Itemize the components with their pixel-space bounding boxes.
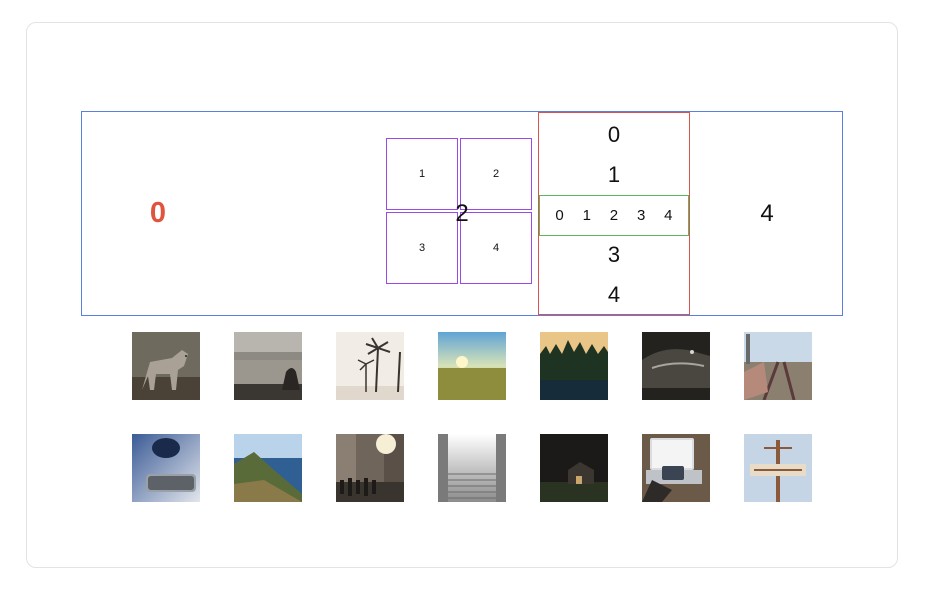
palm-trees-photo[interactable] xyxy=(336,332,404,400)
vertical-slide-0[interactable]: 0 xyxy=(539,115,689,155)
phone-photo[interactable] xyxy=(132,434,200,502)
horizontal-slider[interactable]: 0 1 2 3 4 xyxy=(539,195,689,236)
horizontal-slide-1[interactable]: 1 xyxy=(583,207,591,224)
slide-active[interactable]: 0 xyxy=(82,112,234,315)
forest-photo[interactable] xyxy=(540,332,608,400)
slide-grid[interactable]: 1 2 3 4 xyxy=(234,112,532,315)
stairs-photo[interactable] xyxy=(438,434,506,502)
city-skyline-photo[interactable] xyxy=(234,332,302,400)
slide-4-label: 4 xyxy=(760,199,774,227)
barn-night-photo[interactable] xyxy=(540,434,608,502)
horizontal-slide-4[interactable]: 4 xyxy=(664,207,672,224)
railway-photo[interactable] xyxy=(744,332,812,400)
sunset-field-photo[interactable] xyxy=(438,332,506,400)
car-night-photo[interactable] xyxy=(642,332,710,400)
laptop-photo[interactable] xyxy=(642,434,710,502)
horizontal-slide-0[interactable]: 0 xyxy=(555,207,563,224)
signpost-photo[interactable] xyxy=(744,434,812,502)
swiper-carousel[interactable]: 0 1 2 3 4 2 0 1 0 1 2 3 4 3 4 4 xyxy=(81,111,843,316)
horizontal-slide-2[interactable]: 2 xyxy=(610,207,618,224)
vertical-slider[interactable]: 0 1 0 1 2 3 4 3 4 xyxy=(538,112,690,315)
slide-2[interactable]: 2 xyxy=(386,112,538,315)
vertical-slide-1[interactable]: 1 xyxy=(539,155,689,195)
street-crowd-photo[interactable] xyxy=(336,434,404,502)
active-slide-label: 0 xyxy=(149,197,167,229)
slide-4[interactable]: 4 xyxy=(690,112,844,315)
vertical-slide-3[interactable]: 3 xyxy=(539,235,689,275)
horizontal-slide-3[interactable]: 3 xyxy=(637,207,645,224)
slide-2-label: 2 xyxy=(455,199,469,227)
coast-photo[interactable] xyxy=(234,434,302,502)
vertical-slide-4[interactable]: 4 xyxy=(539,275,689,315)
coyote-photo[interactable] xyxy=(132,332,200,400)
